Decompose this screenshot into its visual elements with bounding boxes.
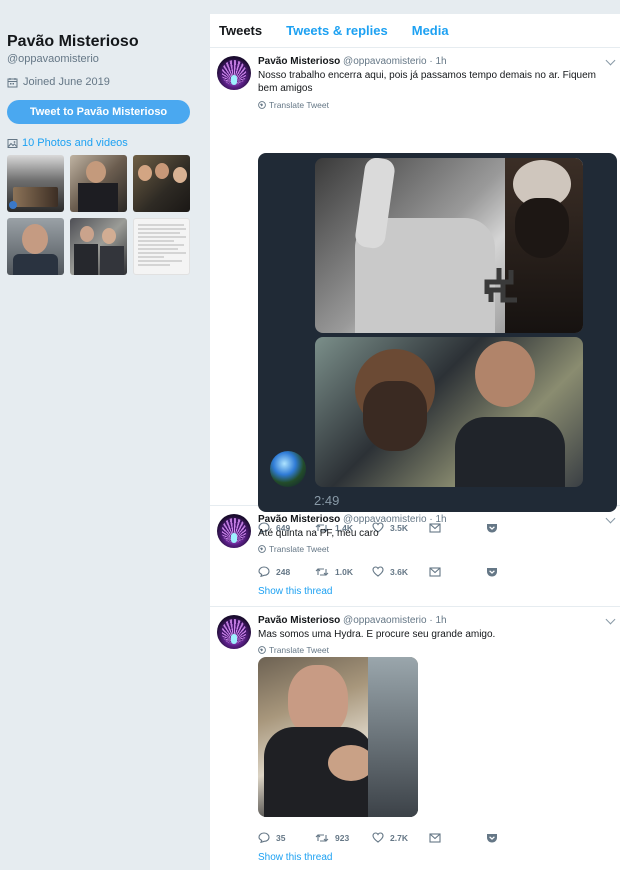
pocket-button[interactable] (486, 567, 543, 577)
retweet-button[interactable]: 923 (315, 833, 372, 843)
tweet-image[interactable] (258, 657, 418, 817)
envelope-icon (429, 832, 441, 843)
tweet-header: Pavão Misterioso @oppavaomisterio · 1h (258, 514, 447, 525)
tweet-text: Até quinta na PF, meu caro (258, 528, 379, 539)
reply-count: 35 (276, 832, 286, 843)
retweet-icon (315, 567, 329, 577)
like-count: 2.7K (390, 832, 408, 843)
photos-label: 10 Photos and videos (22, 137, 128, 149)
translate-tweet-link[interactable]: Translate Tweet (258, 100, 329, 110)
photo-thumb[interactable] (133, 218, 190, 275)
heart-icon (372, 832, 384, 843)
reply-button[interactable]: 248 (258, 566, 315, 577)
like-button[interactable]: 2.7K (372, 832, 429, 843)
tweet-author-handle[interactable]: @oppavaomisterio · 1h (343, 615, 447, 626)
photo-thumb[interactable] (7, 155, 64, 212)
translate-tweet-link[interactable]: Translate Tweet (258, 544, 329, 554)
reply-button[interactable]: 35 (258, 832, 315, 843)
globe-icon (258, 101, 266, 109)
retweet-count: 1.0K (335, 566, 353, 577)
image-icon (7, 138, 18, 149)
dm-button[interactable] (429, 566, 486, 577)
retweet-count: 923 (335, 832, 350, 843)
joined-date: Joined June 2019 (7, 76, 110, 88)
photo-grid (7, 155, 191, 275)
tab-tweets-and-replies[interactable]: Tweets & replies (286, 23, 388, 38)
chevron-down-icon[interactable] (605, 513, 616, 524)
tweet-author-name[interactable]: Pavão Misterioso (258, 514, 340, 525)
chevron-down-icon[interactable] (605, 55, 616, 66)
envelope-icon (429, 566, 441, 577)
like-count: 3.6K (390, 566, 408, 577)
tweet[interactable]: Pavão Misterioso @oppavaomisterio · 1h A… (210, 506, 620, 607)
reply-count: 248 (276, 566, 291, 577)
pocket-button[interactable] (486, 833, 543, 843)
pocket-icon (486, 833, 498, 843)
tweet-author-name[interactable]: Pavão Misterioso (258, 56, 340, 67)
photos-and-videos-link[interactable]: 10 Photos and videos (7, 137, 128, 149)
profile-handle[interactable]: @oppavaomisterio (7, 53, 99, 65)
tweet-header: Pavão Misterioso @oppavaomisterio · 1h (258, 615, 447, 626)
tweet-video[interactable]: 2:49 (258, 153, 617, 512)
tweet-author-handle[interactable]: @oppavaomisterio · 1h (343, 514, 447, 525)
tweet-actions: 35 923 2.7K (258, 832, 543, 843)
like-button[interactable]: 3.6K (372, 566, 429, 577)
photo-thumb[interactable] (7, 218, 64, 275)
photo-thumb[interactable] (70, 155, 127, 212)
translate-label: Translate Tweet (269, 645, 330, 655)
timeline-tabs: Tweets Tweets & replies Media (210, 14, 620, 48)
heart-icon (372, 566, 384, 577)
profile-name[interactable]: Pavão Misterioso (7, 33, 139, 51)
tweet-to-button[interactable]: Tweet to Pavão Misterioso (7, 100, 190, 124)
show-thread-link[interactable]: Show this thread (258, 852, 333, 863)
photo-thumb[interactable] (70, 218, 127, 275)
video-frame-bottom (315, 337, 583, 487)
profile-sidebar: Pavão Misterioso @oppavaomisterio Joined… (0, 0, 210, 870)
tweet-text: Nosso trabalho encerra aqui, pois já pas… (258, 70, 596, 94)
translate-label: Translate Tweet (269, 100, 330, 110)
dm-button[interactable] (429, 832, 486, 843)
tweet-actions: 248 1.0K 3.6K (258, 566, 543, 577)
video-avatar-icon (270, 451, 306, 487)
joined-label: Joined June 2019 (23, 76, 110, 88)
avatar[interactable] (217, 615, 251, 649)
tab-tweets[interactable]: Tweets (219, 23, 262, 38)
tweet-text: Mas somos uma Hydra. E procure seu grand… (258, 629, 496, 640)
translate-label: Translate Tweet (269, 544, 330, 554)
calendar-icon (7, 77, 18, 88)
avatar[interactable] (217, 514, 251, 548)
reply-icon (258, 566, 270, 577)
tweet[interactable]: Pavão Misterioso @oppavaomisterio · 1h M… (210, 607, 620, 870)
show-thread-link[interactable]: Show this thread (258, 586, 333, 597)
pocket-icon (486, 567, 498, 577)
photo-thumb[interactable] (133, 155, 190, 212)
globe-icon (258, 646, 266, 654)
avatar[interactable] (217, 56, 251, 90)
tab-media[interactable]: Media (412, 23, 449, 38)
tweet[interactable]: Pavão Misterioso @oppavaomisterio · 1h N… (210, 48, 620, 533)
reply-icon (258, 832, 270, 843)
retweet-icon (315, 833, 329, 843)
tweet-author-name[interactable]: Pavão Misterioso (258, 615, 340, 626)
globe-icon (258, 545, 266, 553)
timeline: Tweets Tweets & replies Media Pavão Mist… (210, 14, 620, 870)
tweet-header: Pavão Misterioso @oppavaomisterio · 1h (258, 56, 447, 67)
video-frame-top (315, 158, 583, 333)
translate-tweet-link[interactable]: Translate Tweet (258, 645, 329, 655)
chevron-down-icon[interactable] (605, 614, 616, 625)
tweet-author-handle[interactable]: @oppavaomisterio · 1h (343, 56, 447, 67)
retweet-button[interactable]: 1.0K (315, 567, 372, 577)
